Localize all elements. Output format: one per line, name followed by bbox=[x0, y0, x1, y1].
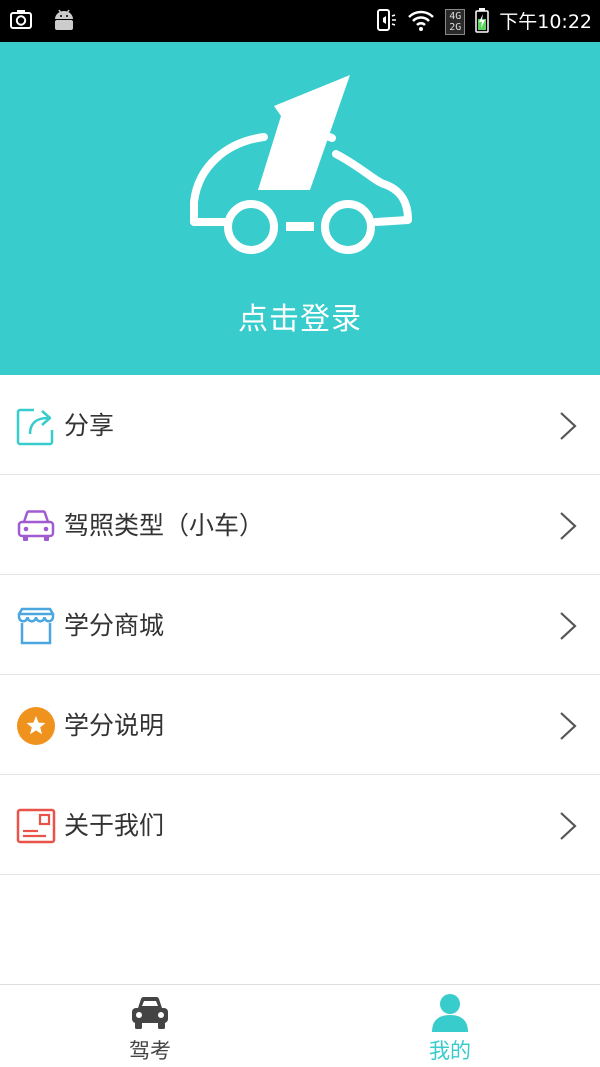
status-time: 下午10:22 bbox=[499, 11, 592, 33]
share-icon bbox=[16, 406, 56, 446]
status-bar-right: 4G 2G 下午10:22 bbox=[375, 7, 592, 37]
car-arrow-logo-icon bbox=[186, 72, 414, 266]
menu-item-label: 驾照类型（小车） bbox=[64, 511, 265, 540]
profile-header[interactable]: 点击登录 bbox=[0, 42, 600, 375]
menu-item-credit-info[interactable]: 学分说明 bbox=[0, 675, 600, 775]
status-bar: 4G 2G 下午10:22 bbox=[0, 0, 600, 42]
android-icon bbox=[52, 7, 76, 37]
menu-item-label: 分享 bbox=[64, 411, 115, 440]
network-indicator: 4G 2G bbox=[445, 9, 466, 35]
chevron-right-icon bbox=[558, 710, 578, 742]
settings-menu: 分享 驾照类型（小车） 学分商城 学分说明 关于我们 bbox=[0, 375, 600, 875]
bottom-tab-bar: 驾考 我的 bbox=[0, 984, 600, 1067]
menu-item-label: 学分说明 bbox=[64, 711, 165, 740]
login-button[interactable]: 点击登录 bbox=[0, 294, 600, 338]
camera-icon bbox=[8, 7, 34, 37]
status-bar-left bbox=[8, 7, 76, 37]
tab-mine[interactable]: 我的 bbox=[300, 985, 600, 1067]
vibrate-icon bbox=[375, 7, 397, 37]
menu-item-label: 学分商城 bbox=[64, 611, 165, 640]
app-screen: 4G 2G 下午10:22 点击登录 分享 驾照类型（小车） 学分商城 学分说明… bbox=[0, 0, 600, 1067]
chevron-right-icon bbox=[558, 510, 578, 542]
tab-label: 我的 bbox=[429, 1039, 471, 1063]
tab-driving-test[interactable]: 驾考 bbox=[0, 985, 300, 1067]
store-icon bbox=[16, 606, 56, 646]
car-type-icon bbox=[16, 506, 56, 546]
chevron-right-icon bbox=[558, 810, 578, 842]
star-badge-icon bbox=[16, 706, 56, 746]
menu-item-credit-store[interactable]: 学分商城 bbox=[0, 575, 600, 675]
user-icon bbox=[429, 993, 471, 1033]
network-bottom-label: 2G bbox=[449, 22, 462, 33]
menu-item-share[interactable]: 分享 bbox=[0, 375, 600, 475]
car-icon bbox=[129, 993, 171, 1033]
wifi-icon bbox=[407, 8, 435, 36]
battery-charging-icon bbox=[475, 7, 489, 37]
network-top-label: 4G bbox=[449, 11, 462, 22]
chevron-right-icon bbox=[558, 610, 578, 642]
menu-item-license-type[interactable]: 驾照类型（小车） bbox=[0, 475, 600, 575]
menu-item-about-us[interactable]: 关于我们 bbox=[0, 775, 600, 875]
about-card-icon bbox=[16, 806, 56, 846]
tab-label: 驾考 bbox=[129, 1039, 171, 1063]
menu-item-label: 关于我们 bbox=[64, 811, 165, 840]
chevron-right-icon bbox=[558, 410, 578, 442]
